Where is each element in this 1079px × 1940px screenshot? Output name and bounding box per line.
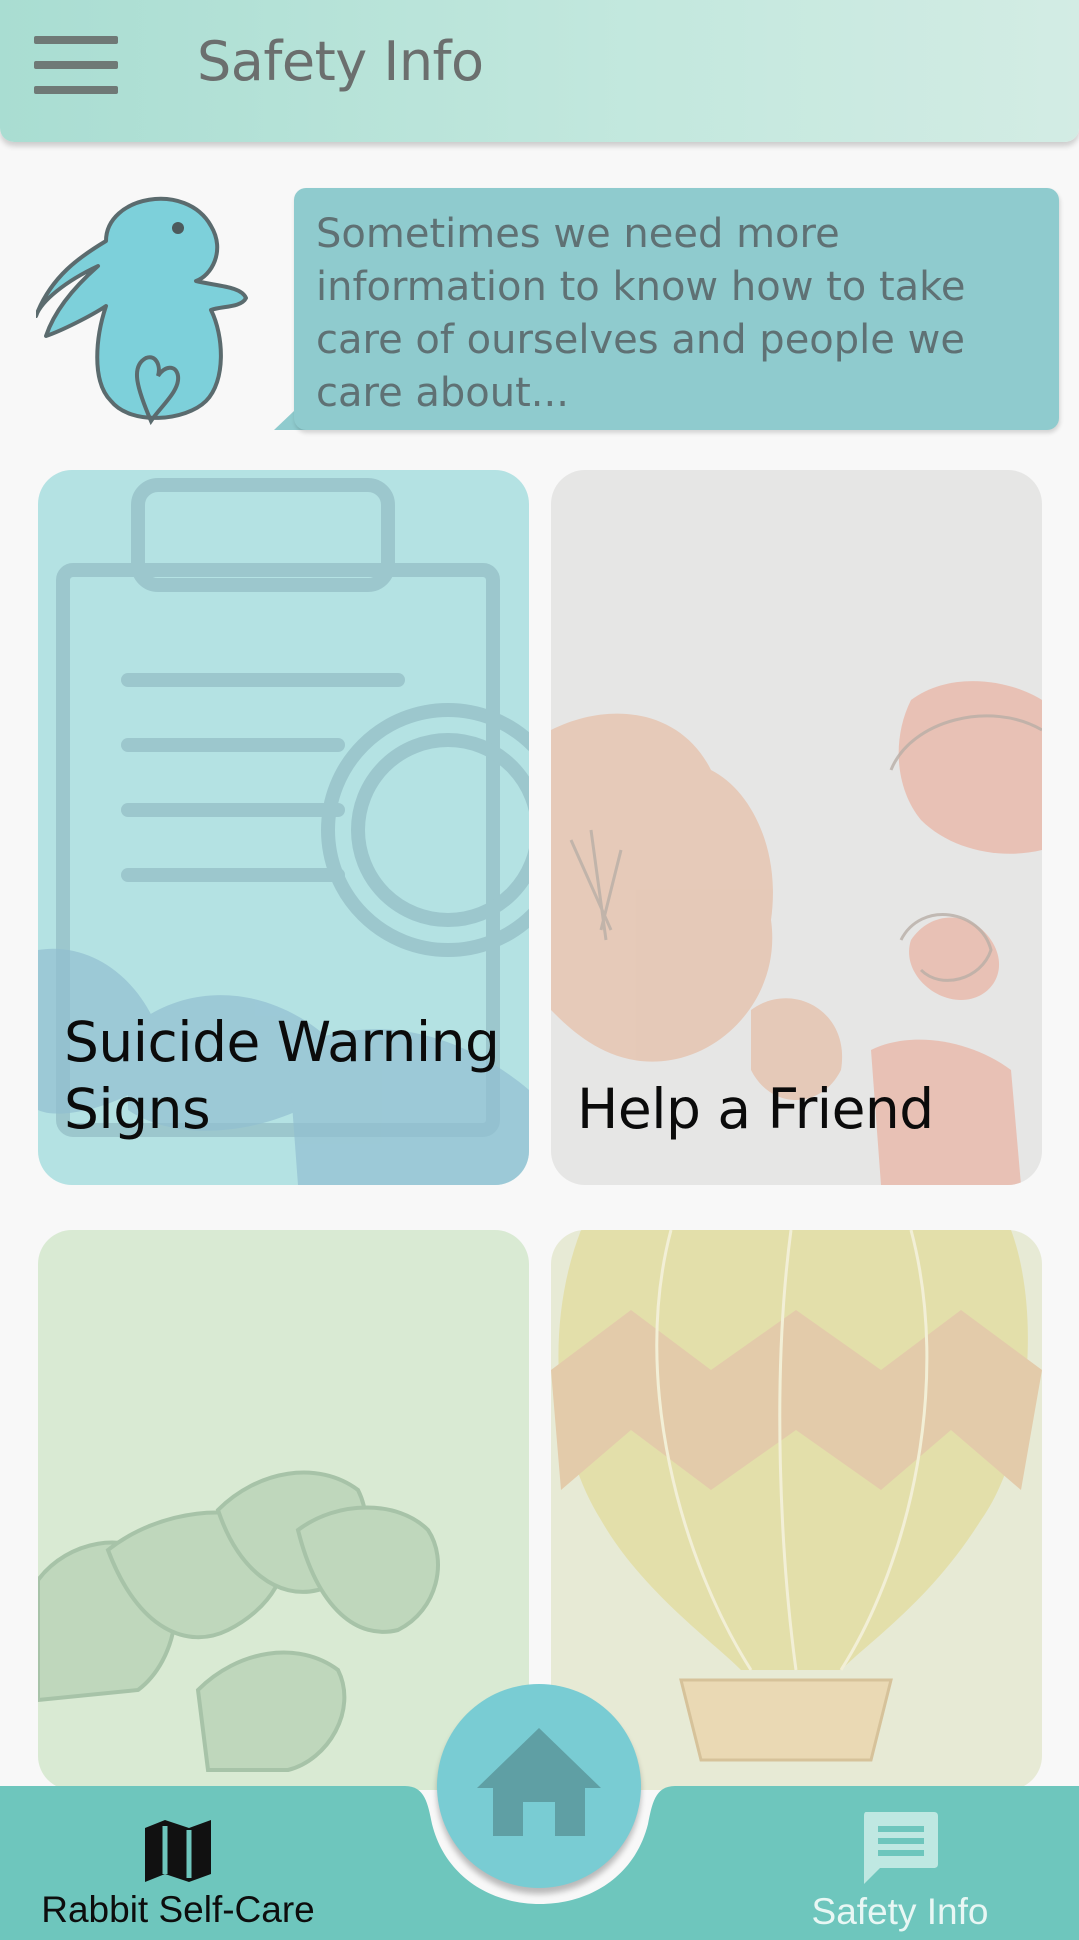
home-button[interactable]	[437, 1684, 641, 1888]
nav-safety-info[interactable]: Safety Info	[780, 1810, 1020, 1933]
home-icon	[477, 1728, 601, 1836]
map-icon	[145, 1820, 211, 1882]
chat-message-icon	[864, 1812, 938, 1884]
app-screen: Safety Info Sometimes we need more infor…	[0, 0, 1079, 1940]
intro-message: Sometimes we need more information to kn…	[316, 211, 966, 416]
card-suicide-warning-signs[interactable]: Suicide Warning Signs	[38, 470, 529, 1185]
hamburger-menu-icon[interactable]	[34, 36, 118, 94]
speech-bubble: Sometimes we need more information to kn…	[294, 188, 1059, 430]
page-title: Safety Info	[197, 30, 484, 93]
card-label-help-a-friend: Help a Friend	[577, 1077, 934, 1141]
card-help-a-friend[interactable]: Help a Friend	[551, 470, 1042, 1185]
rabbit-mascot-icon	[36, 196, 248, 426]
nav-label-safety-info: Safety Info	[811, 1891, 989, 1932]
card-label-suicide-warning-signs: Suicide Warning Signs	[64, 1010, 500, 1141]
app-header: Safety Info	[0, 0, 1079, 142]
nav-label-rabbit-self-care: Rabbit Self-Care	[41, 1889, 315, 1930]
nav-rabbit-self-care[interactable]: Rabbit Self-Care	[28, 1818, 328, 1931]
